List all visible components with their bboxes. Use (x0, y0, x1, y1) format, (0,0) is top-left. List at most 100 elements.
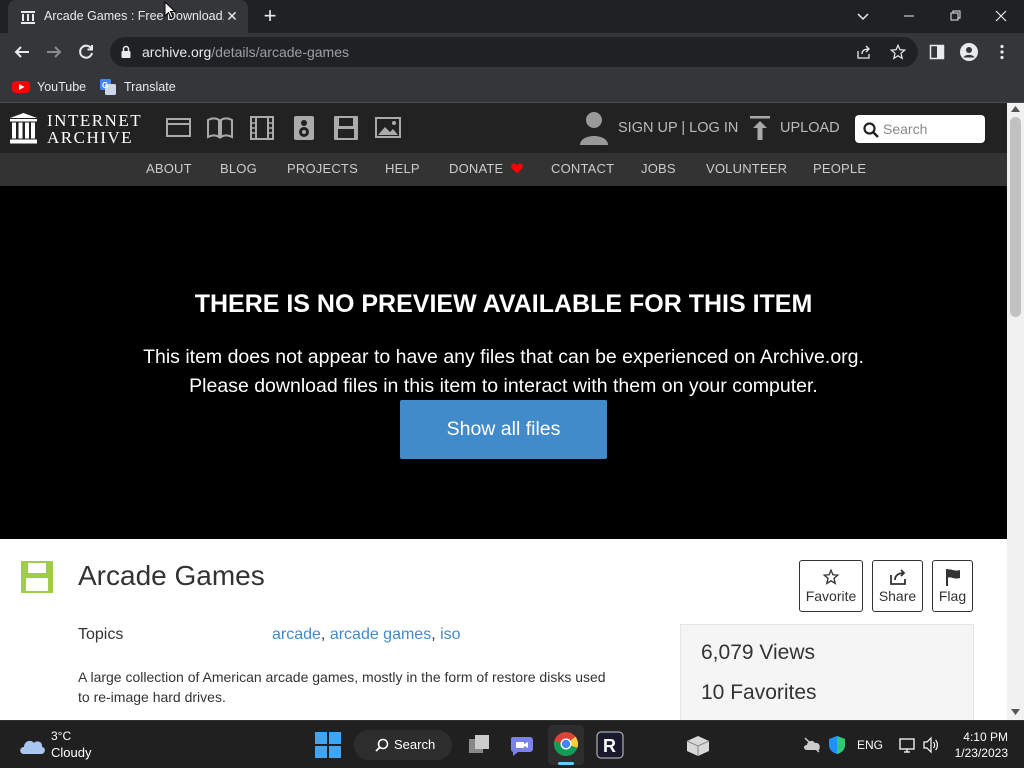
flag-icon (945, 569, 960, 586)
weather-desc: Cloudy (51, 745, 92, 760)
active-app-indicator (558, 762, 574, 765)
bookmark-youtube-label: YouTube (37, 80, 87, 94)
windows-start-icon[interactable] (314, 731, 342, 759)
internet-archive-logo[interactable]: INTERNET ARCHIVE (10, 111, 145, 147)
tab-close-icon[interactable]: ✕ (224, 8, 240, 24)
audio-icon[interactable] (290, 115, 318, 141)
web-icon[interactable] (165, 115, 193, 141)
preview-message-line1: This item does not appear to have any fi… (143, 346, 864, 368)
browser-tab-strip: Arcade Games : Free Download, B ✕ + (0, 0, 1024, 33)
tab-title: Arcade Games : Free Download, B (44, 9, 224, 23)
bookmark-translate[interactable]: G Translate (100, 77, 176, 97)
clock[interactable]: 4:10 PM 1/23/2023 (948, 729, 1012, 763)
favorite-label: Favorite (805, 588, 857, 604)
onedrive-offline-icon[interactable] (803, 737, 821, 753)
mouse-cursor-icon (164, 1, 176, 19)
scroll-down-icon[interactable] (1011, 709, 1020, 715)
show-all-files-button[interactable]: Show all files (400, 400, 607, 459)
browser-tab-active[interactable]: Arcade Games : Free Download, B ✕ (8, 0, 248, 33)
new-tab-button[interactable]: + (258, 5, 282, 29)
r-app-icon[interactable]: R (596, 731, 624, 759)
nav-about[interactable]: ABOUT (146, 161, 192, 176)
video-icon[interactable] (248, 115, 276, 141)
upload-link[interactable]: UPLOAD (780, 120, 840, 136)
bookmark-translate-label: Translate (124, 80, 176, 94)
chrome-icon (553, 732, 578, 756)
preview-title: THERE IS NO PREVIEW AVAILABLE FOR THIS I… (194, 290, 813, 318)
close-window-button[interactable] (989, 4, 1013, 28)
sign-in-link[interactable]: SIGN UP | LOG IN (618, 120, 738, 136)
search-icon (863, 122, 879, 138)
upload-icon[interactable] (750, 116, 770, 140)
nav-contact[interactable]: CONTACT (551, 161, 614, 176)
weather-temp: 3°C (51, 729, 72, 743)
package-app-icon[interactable] (684, 731, 712, 759)
restore-button[interactable] (943, 4, 967, 28)
tab-search-chevron-icon[interactable] (851, 4, 875, 28)
chrome-taskbar-button[interactable] (548, 725, 584, 765)
topics-links: arcade, arcade games, iso (272, 626, 461, 643)
share-icon (889, 569, 906, 585)
weather-widget[interactable]: 3°C Cloudy (14, 727, 104, 763)
scroll-up-icon[interactable] (1011, 106, 1020, 112)
clock-date: 1/23/2023 (954, 746, 1008, 760)
language-indicator[interactable]: ENG (857, 738, 883, 752)
lock-icon (121, 45, 131, 58)
item-details: Arcade Games Favorite Share Flag Topics … (0, 539, 1007, 724)
teams-chat-icon[interactable] (508, 731, 536, 759)
nav-help[interactable]: HELP (385, 161, 420, 176)
archive-search-input[interactable]: Search (855, 115, 985, 143)
back-button[interactable] (10, 40, 34, 64)
nav-volunteer[interactable]: VOLUNTEER (706, 161, 787, 176)
images-icon[interactable] (374, 115, 402, 141)
topic-link[interactable]: arcade (272, 626, 321, 643)
volume-icon[interactable] (922, 736, 940, 754)
archive-favicon-icon (21, 11, 35, 24)
views-count: 6,079 Views (701, 641, 816, 664)
user-avatar-icon[interactable] (580, 111, 608, 145)
search-placeholder: Search (883, 121, 928, 137)
preview-area: THERE IS NO PREVIEW AVAILABLE FOR THIS I… (0, 186, 1007, 539)
page-scrollbar[interactable] (1007, 103, 1024, 720)
archive-building-icon (10, 113, 37, 144)
favorite-button[interactable]: Favorite (799, 560, 863, 612)
scrollbar-thumb[interactable] (1010, 117, 1021, 317)
browser-menu-icon[interactable] (999, 44, 1005, 60)
url-text: archive.org/details/arcade-games (142, 44, 350, 60)
logo-text-line2: ARCHIVE (47, 128, 134, 147)
item-description: A large collection of American arcade ga… (78, 669, 606, 705)
nav-blog[interactable]: BLOG (220, 161, 257, 176)
browser-toolbar: archive.org/details/arcade-games (0, 33, 1024, 71)
share-page-icon[interactable] (856, 44, 872, 60)
nav-projects[interactable]: PROJECTS (287, 161, 358, 176)
share-button[interactable]: Share (872, 560, 923, 612)
archive-nav-bar: ABOUT BLOG PROJECTS HELP DONATE CONTACT … (0, 153, 1007, 186)
reload-button[interactable] (74, 40, 98, 64)
nav-people[interactable]: PEOPLE (813, 161, 866, 176)
heart-icon (511, 163, 523, 174)
nav-donate[interactable]: DONATE (449, 161, 523, 176)
profile-avatar-icon[interactable] (960, 43, 978, 61)
svg-text:R: R (603, 736, 616, 756)
software-icon[interactable] (332, 115, 360, 141)
bookmark-youtube[interactable]: YouTube (12, 77, 86, 97)
flag-button[interactable]: Flag (932, 560, 973, 612)
side-panel-icon[interactable] (929, 44, 945, 60)
minimize-button[interactable] (897, 4, 921, 28)
texts-icon[interactable] (206, 115, 234, 141)
topic-link[interactable]: iso (440, 626, 460, 643)
bookmark-star-icon[interactable] (889, 43, 907, 61)
preview-message-line2: Please download files in this item to in… (189, 375, 818, 397)
cloud-icon (20, 740, 45, 754)
defender-shield-icon[interactable] (828, 735, 846, 755)
nav-jobs[interactable]: JOBS (641, 161, 676, 176)
forward-button[interactable] (42, 40, 66, 64)
taskbar-search-button[interactable]: Search (354, 730, 452, 760)
favorites-count: 10 Favorites (701, 681, 817, 704)
network-icon[interactable] (899, 736, 917, 754)
task-view-icon[interactable] (465, 731, 493, 759)
address-bar[interactable]: archive.org/details/arcade-games (110, 37, 918, 67)
topics-label: Topics (78, 626, 124, 643)
topic-link[interactable]: arcade games (330, 626, 431, 643)
software-item-icon (21, 561, 53, 593)
